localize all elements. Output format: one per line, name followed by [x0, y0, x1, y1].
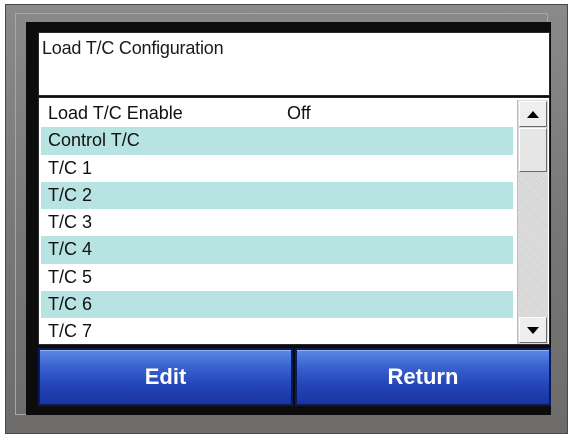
- list-item[interactable]: T/C 4: [41, 236, 513, 264]
- scroll-up-button[interactable]: [519, 101, 547, 127]
- list-item[interactable]: T/C 2: [41, 181, 513, 210]
- list-item-label: T/C 1: [48, 157, 93, 178]
- arrow-down-icon: [527, 326, 539, 334]
- list-item-label: T/C 6: [48, 294, 93, 315]
- edit-button[interactable]: Edit: [38, 348, 293, 406]
- header-panel: Load T/C Configuration: [38, 32, 550, 96]
- list-item[interactable]: Load T/C Enable Off: [41, 100, 513, 127]
- list-item-label: Control T/C: [48, 130, 140, 151]
- scroll-down-button[interactable]: [519, 317, 547, 343]
- return-button[interactable]: Return: [295, 348, 551, 406]
- settings-list: Load T/C Enable Off Control T/C T/C 1 T/…: [38, 97, 550, 345]
- list-item[interactable]: T/C 1: [41, 155, 513, 182]
- list-item[interactable]: T/C 7: [41, 318, 513, 344]
- scrollbar-thumb[interactable]: [519, 128, 547, 172]
- page-title: Load T/C Configuration: [42, 38, 224, 58]
- list-item-label: T/C 7: [48, 321, 93, 342]
- list-item[interactable]: T/C 5: [41, 264, 513, 291]
- list-item-label: Load T/C Enable: [48, 103, 183, 123]
- list-item-label: T/C 4: [48, 239, 93, 260]
- arrow-up-icon: [527, 110, 539, 118]
- list-item-label: T/C 2: [48, 184, 93, 205]
- list-rows: Load T/C Enable Off Control T/C T/C 1 T/…: [41, 100, 513, 344]
- list-item-label: T/C 5: [48, 266, 93, 287]
- list-item[interactable]: T/C 6: [41, 291, 513, 319]
- list-item[interactable]: T/C 3: [41, 209, 513, 236]
- list-item[interactable]: Control T/C: [41, 127, 513, 155]
- list-item-value: Off: [287, 103, 311, 123]
- list-item-label: T/C 3: [48, 212, 93, 233]
- vertical-scrollbar[interactable]: [517, 100, 548, 344]
